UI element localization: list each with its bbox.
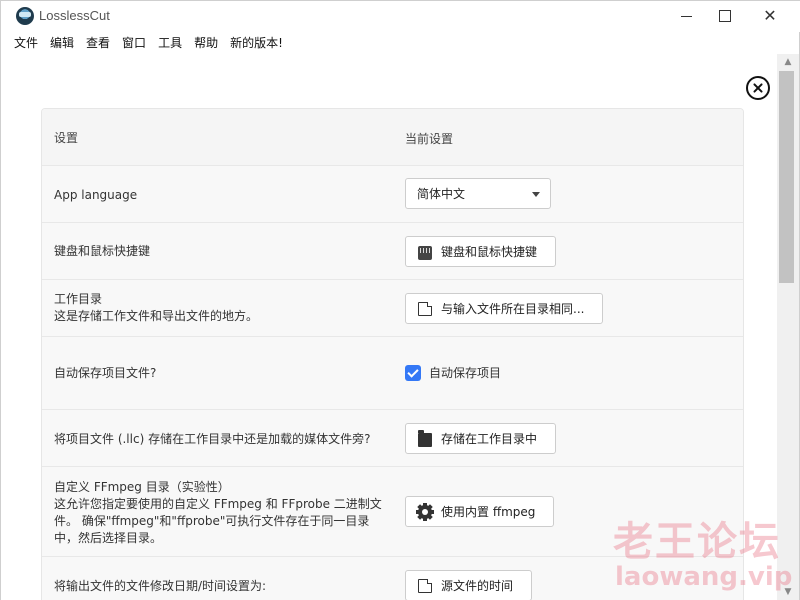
ffmpeg-description-line-1: 这允许您指定要使用的自定义 FFmpeg 和 FFprobe 二进制文 — [54, 497, 382, 511]
autosave-checkbox-label[interactable]: 自动保存项目 — [429, 365, 501, 381]
project-location-label: 将项目文件 (.llc) 存储在工作目录中还是加载的媒体文件旁? — [54, 432, 371, 446]
ffmpeg-button[interactable]: 使用内置 ffmpeg — [405, 496, 555, 527]
maximize-icon[interactable] — [701, 1, 747, 32]
table-header: 设置 当前设置 — [42, 109, 743, 165]
language-label: App language — [54, 188, 138, 202]
watermark-url: laowang.vip — [615, 562, 793, 592]
menu-bar: 文件 编辑 查看 窗口 工具 帮助 新的版本! — [1, 32, 800, 54]
row-workdir: 工作目录 这是存储工作文件和导出文件的地方。 与输入文件所在目录相同... — [42, 279, 743, 336]
ffmpeg-label: 自定义 FFmpeg 目录（实验性） — [54, 480, 230, 494]
watermark-chinese: 老王论坛 — [613, 519, 781, 565]
header-current: 当前设置 — [405, 132, 454, 146]
menu-view[interactable]: 查看 — [80, 32, 116, 54]
project-location-button-label: 存储在工作目录中 — [441, 432, 538, 446]
ffmpeg-description-line-2: 件。 确保"ffmpeg"和"ffprobe"可执行文件存在于同一目录 — [54, 514, 370, 528]
close-icon[interactable]: ✕ — [747, 1, 793, 32]
file-icon — [418, 578, 432, 593]
ffmpeg-description-line-3: 中，然后选择目录。 — [54, 531, 163, 545]
ffmpeg-button-label: 使用内置 ffmpeg — [441, 505, 536, 519]
scroll-up-icon[interactable]: ▲ — [777, 54, 799, 71]
file-icon — [418, 301, 432, 316]
app-window: LosslessCut ✕ 文件 编辑 查看 窗口 工具 帮助 新的版本! 设置… — [0, 0, 800, 600]
chevron-down-icon — [532, 192, 540, 197]
keyboard-icon — [418, 245, 432, 260]
menu-help[interactable]: 帮助 — [188, 32, 224, 54]
mtime-button-label: 源文件的时间 — [441, 579, 514, 593]
mtime-button[interactable]: 源文件的时间 — [405, 570, 533, 600]
workdir-button[interactable]: 与输入文件所在目录相同... — [405, 293, 604, 324]
window-title: LosslessCut — [39, 8, 110, 23]
menu-tools[interactable]: 工具 — [152, 32, 188, 54]
language-value: 简体中文 — [417, 187, 466, 201]
close-settings-icon[interactable] — [746, 76, 770, 100]
menu-new-version[interactable]: 新的版本! — [224, 32, 289, 54]
menu-file[interactable]: 文件 — [1, 32, 44, 54]
scrollbar-thumb[interactable] — [779, 71, 794, 283]
row-language: App language 简体中文 — [42, 165, 743, 222]
autosave-checkbox[interactable] — [405, 365, 421, 381]
workdir-button-label: 与输入文件所在目录相同... — [441, 302, 585, 316]
title-bar[interactable]: LosslessCut ✕ — [1, 1, 800, 32]
workdir-label: 工作目录 — [54, 292, 103, 306]
row-project-location: 将项目文件 (.llc) 存储在工作目录中还是加载的媒体文件旁? 存储在工作目录… — [42, 409, 743, 466]
shortcuts-label: 键盘和鼠标快捷键 — [54, 244, 151, 258]
project-location-button[interactable]: 存储在工作目录中 — [405, 423, 557, 454]
mtime-label: 将输出文件的文件修改日期/时间设置为: — [54, 579, 267, 593]
row-shortcuts: 键盘和鼠标快捷键 键盘和鼠标快捷键 — [42, 222, 743, 279]
menu-window[interactable]: 窗口 — [116, 32, 152, 54]
language-select[interactable]: 简体中文 — [405, 178, 551, 209]
shortcuts-button-label: 键盘和鼠标快捷键 — [441, 245, 538, 259]
workdir-description: 这是存储工作文件和导出文件的地方。 — [54, 309, 259, 323]
row-autosave: 自动保存项目文件? 自动保存项目 — [42, 336, 743, 409]
menu-edit[interactable]: 编辑 — [44, 32, 80, 54]
gear-icon — [416, 502, 434, 521]
shortcuts-button[interactable]: 键盘和鼠标快捷键 — [405, 236, 557, 267]
folder-icon — [418, 429, 432, 447]
losslesscut-app-icon — [16, 7, 34, 25]
header-setting: 设置 — [54, 131, 79, 145]
autosave-label: 自动保存项目文件? — [54, 366, 157, 380]
